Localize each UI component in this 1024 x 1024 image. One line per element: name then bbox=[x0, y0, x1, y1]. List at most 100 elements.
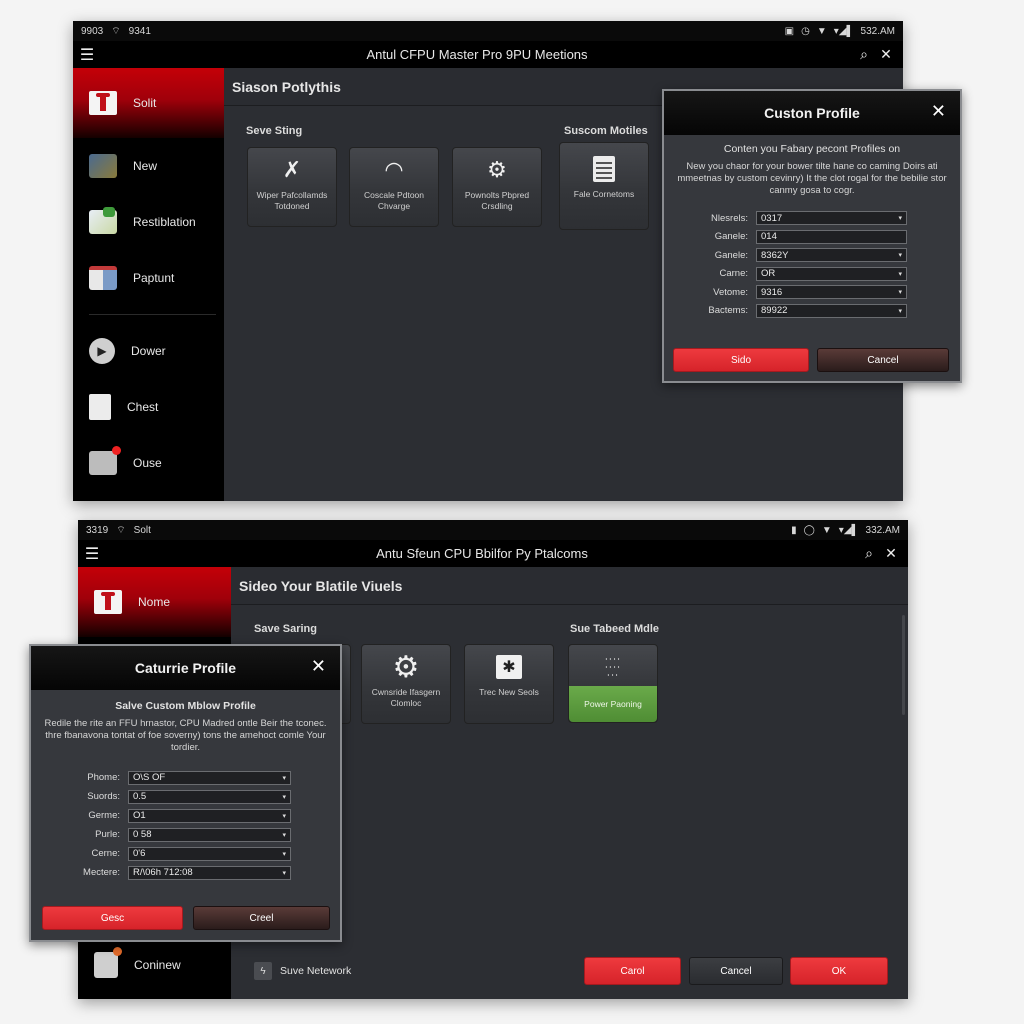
tile-mode-3[interactable]: ✱ Trec New Seols bbox=[464, 644, 554, 724]
cards-icon bbox=[89, 266, 117, 290]
carol-button[interactable]: Carol bbox=[584, 957, 681, 985]
sidebar-item-restiblation[interactable]: Restiblation bbox=[73, 194, 224, 250]
scrollbar[interactable] bbox=[902, 615, 905, 715]
tile-mode-power[interactable]: ∙∙∙∙ ∙∙∙∙ ∙∙∙ Power Paoning bbox=[568, 644, 658, 723]
sidebar-item-solit[interactable]: Solit bbox=[73, 68, 224, 138]
page-title: Sideo Your Blatile Viuels bbox=[231, 567, 908, 605]
status-clock: 9903 bbox=[81, 25, 104, 37]
section-label-right: Suscom Motiles bbox=[564, 125, 648, 137]
save-network-label: Suve Netework bbox=[280, 965, 352, 977]
field-3-select[interactable]: 8362Y ▾ bbox=[756, 248, 907, 263]
search-icon[interactable]: ⌕ bbox=[853, 46, 875, 63]
tile-mode-3[interactable]: ⚙ Pownolts Pbpred Crsdling bbox=[452, 147, 542, 227]
play-icon: ▶ bbox=[89, 338, 115, 364]
sidebar-item-label: Nome bbox=[138, 595, 171, 609]
suords-select[interactable]: 0.5 ▾ bbox=[128, 789, 291, 804]
phome-select[interactable]: O\S OF ▾ bbox=[128, 770, 291, 785]
field-value: 9316 bbox=[761, 286, 783, 298]
tile-mode-4[interactable]: Fale Cornetoms bbox=[559, 142, 649, 230]
sidebar-divider bbox=[89, 314, 216, 315]
tile-label: Pownolts Pbpred Crsdling bbox=[464, 190, 530, 211]
cancel-button[interactable]: Cancel bbox=[817, 348, 949, 372]
close-icon[interactable]: ✕ bbox=[880, 545, 902, 562]
close-icon[interactable]: ✕ bbox=[311, 656, 326, 677]
alarm-icon: ◷ bbox=[801, 25, 810, 37]
cerne-select[interactable]: 0'6 ▾ bbox=[128, 846, 291, 861]
field-label: Phome: bbox=[87, 772, 120, 783]
chevron-down-icon: ▾ bbox=[282, 812, 286, 820]
sim-icon: ▮ bbox=[791, 524, 797, 536]
dialog-header: Caturrie Profile ✕ bbox=[31, 646, 340, 690]
germe-select[interactable]: O1 ▾ bbox=[128, 808, 291, 823]
field-value: 8362Y bbox=[761, 249, 789, 261]
sidebar-item-nome[interactable]: Nome bbox=[78, 567, 231, 637]
sidebar: Solit New Restiblation Paptunt ▶ Dower C… bbox=[73, 68, 224, 501]
field-value: OR bbox=[761, 268, 776, 280]
sidebar-item-ouse[interactable]: Ouse bbox=[73, 435, 224, 491]
cancel-button[interactable]: Creel bbox=[193, 906, 330, 930]
custom-profile-dialog: Custon Profile ✕ Conten you Fabary pecon… bbox=[662, 89, 962, 383]
search-icon[interactable]: ⌕ bbox=[858, 545, 880, 562]
field-4-select[interactable]: OR ▾ bbox=[756, 266, 907, 281]
hamburger-menu-icon[interactable]: ☰ bbox=[73, 45, 101, 65]
home-icon bbox=[94, 590, 122, 614]
save-button[interactable]: Gesc bbox=[42, 906, 183, 930]
field-value: 0'6 bbox=[133, 848, 146, 859]
clipboard-icon bbox=[89, 394, 111, 420]
app-title: Antul CFPU Master Pro 9PU Meetions bbox=[366, 47, 588, 62]
wifi-strength-icon: ▾◢▌ bbox=[833, 25, 854, 37]
chevron-down-icon: ▾ bbox=[898, 289, 902, 297]
dialog-description: New you chaor for your bower tilte hane … bbox=[677, 161, 947, 196]
close-icon[interactable]: ✕ bbox=[931, 101, 946, 122]
sidebar-item-coninew[interactable]: Coninew bbox=[78, 937, 231, 993]
caturrie-profile-dialog: Caturrie Profile ✕ Salve Custom Mblow Pr… bbox=[29, 644, 342, 942]
chevron-down-icon: ▾ bbox=[282, 869, 286, 877]
tile-mode-1[interactable]: ✗ Wiper Pafcollamds Totdoned bbox=[247, 147, 337, 227]
close-icon[interactable]: ✕ bbox=[875, 46, 897, 63]
mectere-select[interactable]: R/\06h 712:08 ▾ bbox=[128, 865, 291, 880]
home-icon bbox=[89, 91, 117, 115]
tile-mode-2[interactable]: ◠ Coscale Pdtoon Chvarge bbox=[349, 147, 439, 227]
field-value: 0.5 bbox=[133, 791, 147, 802]
app-bar: ☰ Antul CFPU Master Pro 9PU Meetions ⌕ ✕ bbox=[73, 41, 903, 68]
purle-select[interactable]: 0 58 ▾ bbox=[128, 827, 291, 842]
field-label: Germe: bbox=[88, 810, 120, 821]
field-label: Mectere: bbox=[83, 867, 120, 878]
field-2-input[interactable]: 014 bbox=[756, 229, 907, 244]
sidebar-item-label: Ouse bbox=[133, 456, 162, 470]
save-button[interactable]: Sido bbox=[673, 348, 809, 372]
field-label: Bactems: bbox=[708, 305, 748, 317]
sidebar-item-new[interactable]: New bbox=[73, 138, 224, 194]
field-6-select[interactable]: 89922 ▾ bbox=[756, 303, 907, 318]
dialog-title: Custon Profile bbox=[764, 105, 860, 121]
ok-button[interactable]: OK bbox=[790, 957, 888, 985]
field-value: 0317 bbox=[761, 212, 783, 224]
status-text: 9341 bbox=[128, 25, 151, 37]
sidebar-item-dower[interactable]: ▶ Dower bbox=[73, 323, 224, 379]
tile-label: Trec New Seols bbox=[479, 687, 539, 697]
sidebar-item-chest[interactable]: Chest bbox=[73, 379, 224, 435]
tile-mode-2[interactable]: ⚙ Cwnsride Ifasgern Clomloc bbox=[361, 644, 451, 724]
app-title: Antu Sfeun CPU Bbilfor Py Ptalcoms bbox=[376, 546, 588, 561]
tile-label: Fale Cornetoms bbox=[573, 189, 635, 199]
field-5-select[interactable]: 9316 ▾ bbox=[756, 285, 907, 300]
cancel-button[interactable]: Cancel bbox=[689, 957, 783, 985]
status-text: Solt bbox=[133, 524, 151, 536]
sidebar-item-paptunt[interactable]: Paptunt bbox=[73, 250, 224, 306]
signal-icon: ▼ bbox=[821, 524, 832, 536]
field-1-select[interactable]: 0317 ▾ bbox=[756, 211, 907, 226]
save-network-toggle[interactable]: ϟ Suve Netework bbox=[254, 962, 351, 980]
sidebar-item-label: Paptunt bbox=[133, 271, 175, 285]
sidebar-item-label: New bbox=[133, 159, 158, 173]
sidebar-item-label: Solit bbox=[133, 96, 157, 110]
chevron-down-icon: ▾ bbox=[898, 270, 902, 278]
notification-badge bbox=[113, 947, 122, 956]
hamburger-menu-icon[interactable]: ☰ bbox=[78, 544, 106, 564]
gift-icon: ✱ bbox=[495, 653, 523, 681]
gear-icon: ⚙ bbox=[487, 157, 507, 182]
chevron-down-icon: ▾ bbox=[282, 850, 286, 858]
field-value: 014 bbox=[761, 231, 777, 243]
status-clock: 3319 bbox=[86, 524, 109, 536]
calculator-icon bbox=[590, 155, 618, 183]
section-label-left: Seve Sting bbox=[246, 125, 303, 137]
